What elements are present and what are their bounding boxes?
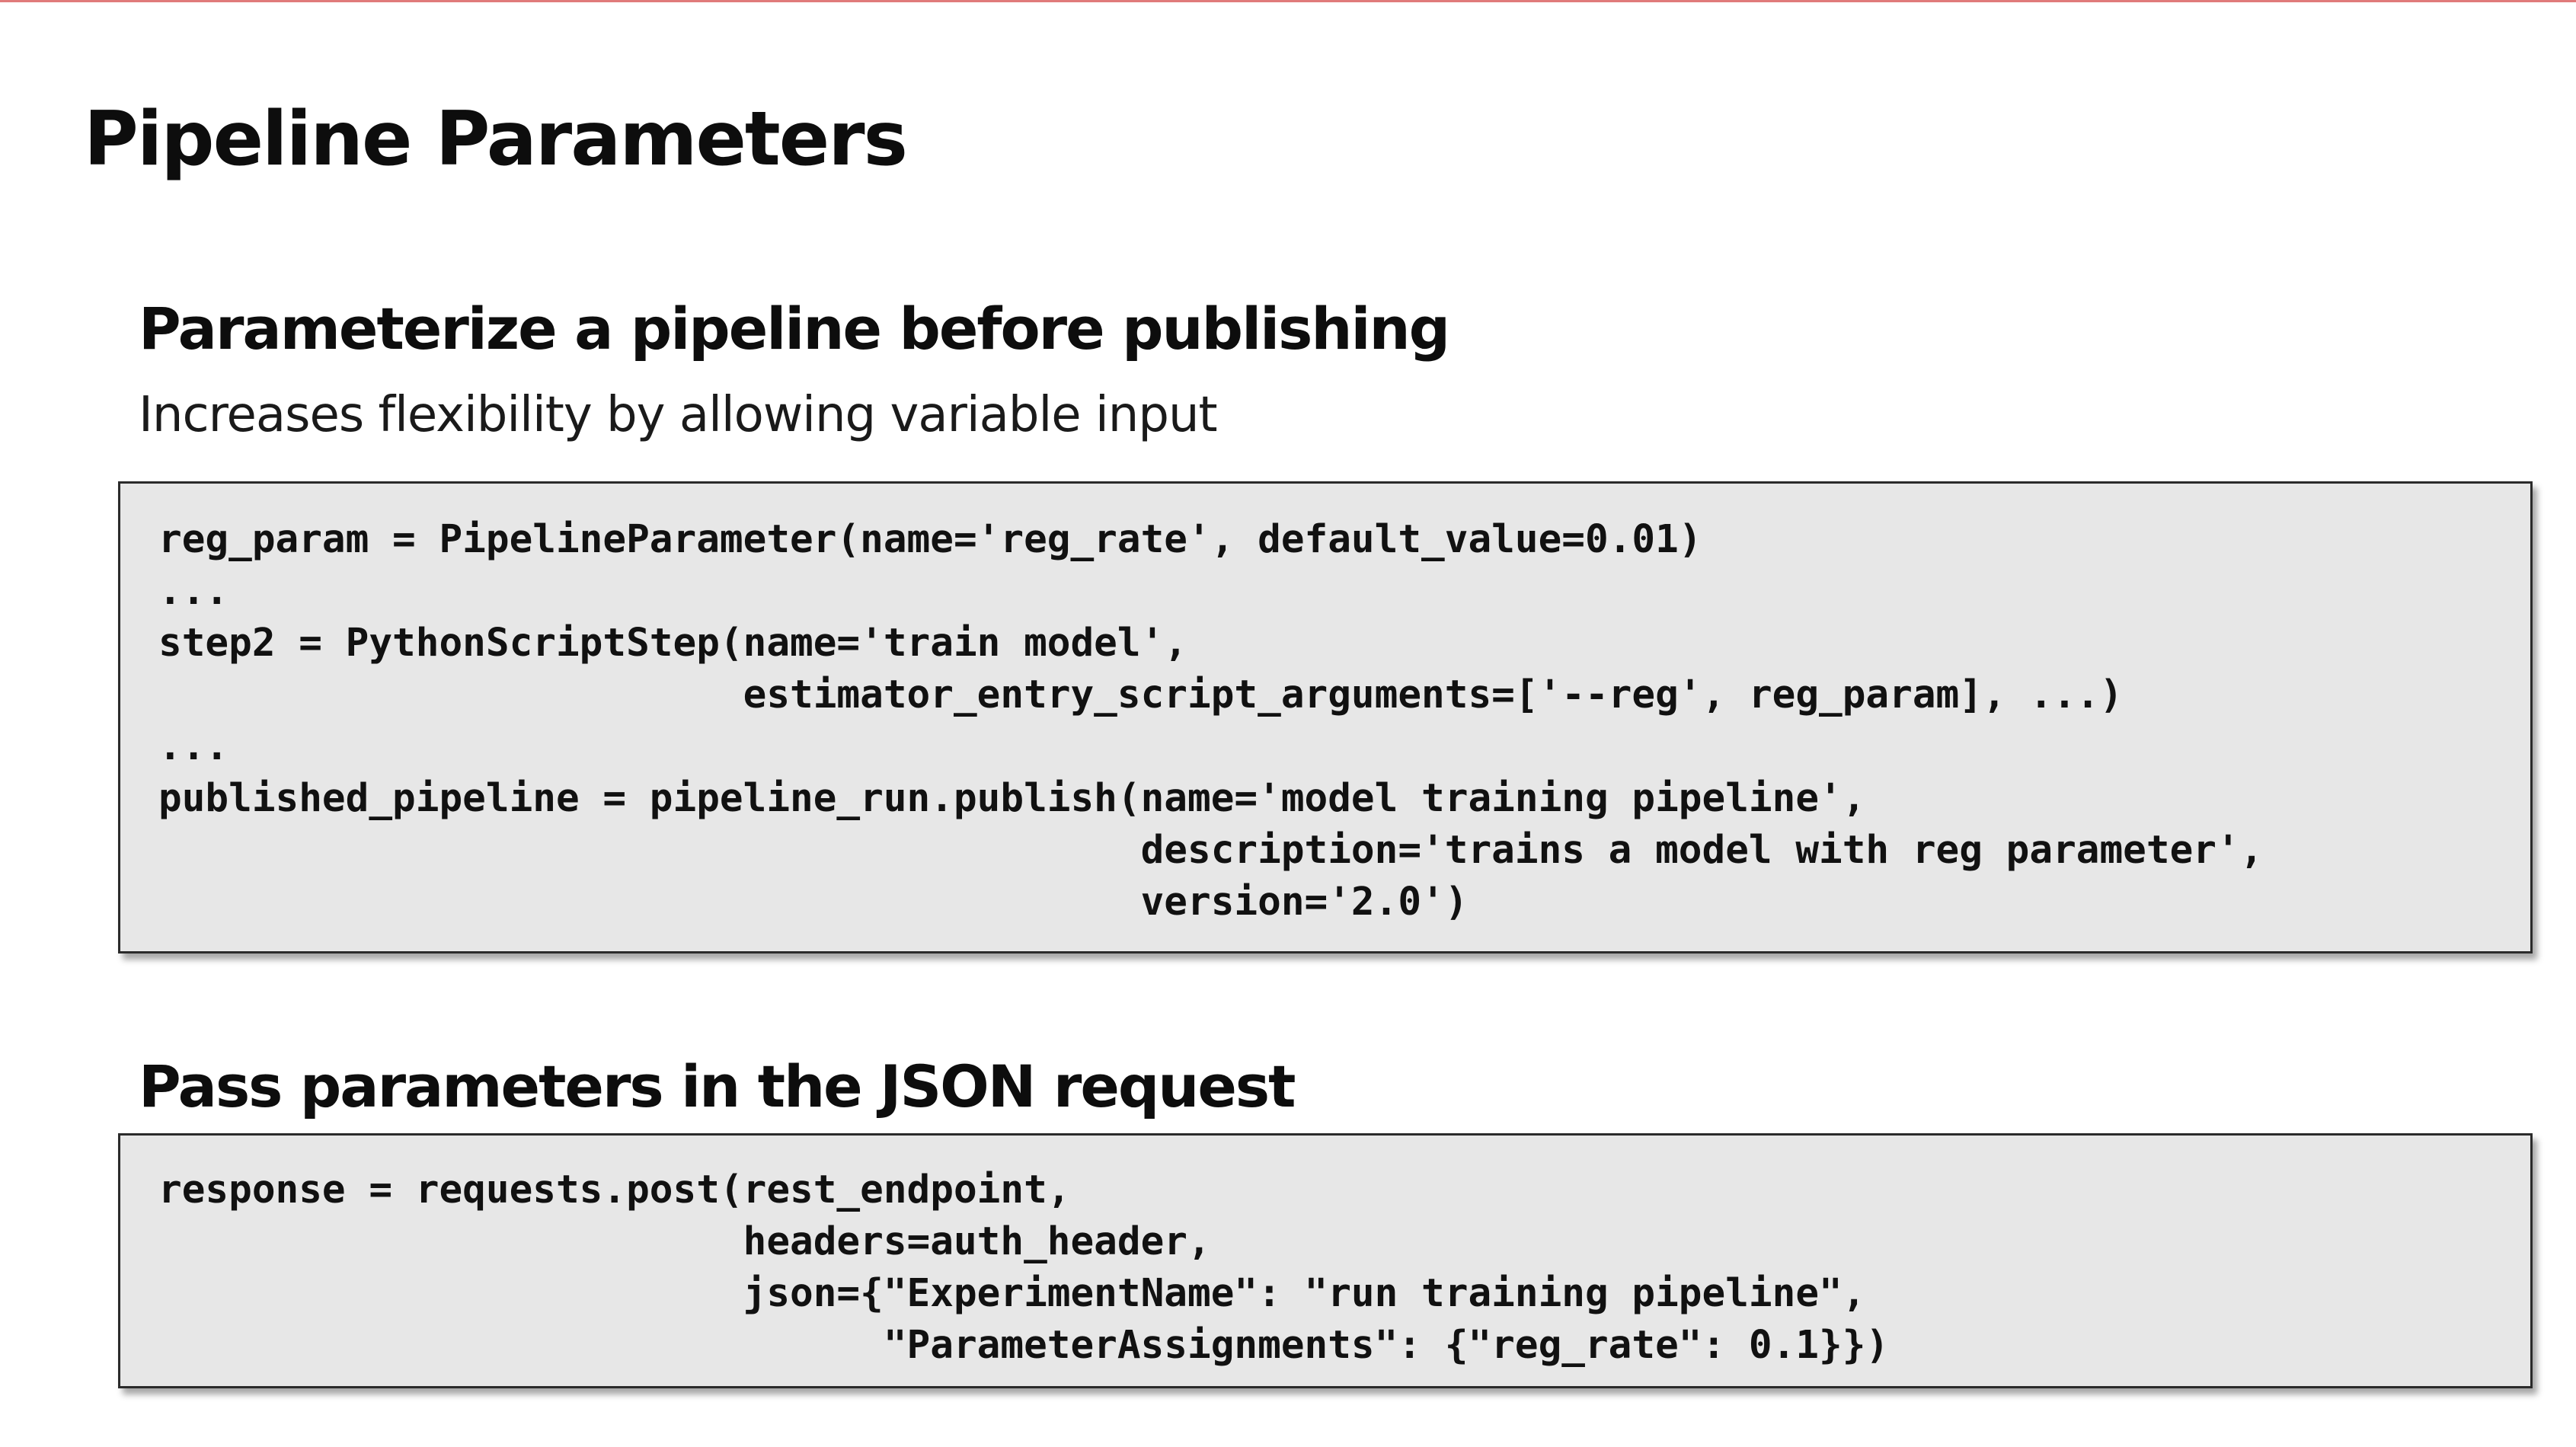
section-subtitle: Increases flexibility by allowing variab… <box>139 387 1218 443</box>
section-heading-json-request: Pass parameters in the JSON request <box>139 1053 1296 1120</box>
code-block-json-request: response = requests.post(rest_endpoint, … <box>158 1168 1890 1368</box>
code-box-json-request: response = requests.post(rest_endpoint, … <box>118 1133 2533 1388</box>
top-accent-rule <box>0 0 2576 2</box>
slide-title: Pipeline Parameters <box>84 96 908 183</box>
section-heading-parameterize: Parameterize a pipeline before publishin… <box>139 295 1450 363</box>
code-block-pipeline-parameter: reg_param = PipelineParameter(name='reg_… <box>158 517 2264 925</box>
code-box-pipeline-parameter: reg_param = PipelineParameter(name='reg_… <box>118 481 2533 953</box>
